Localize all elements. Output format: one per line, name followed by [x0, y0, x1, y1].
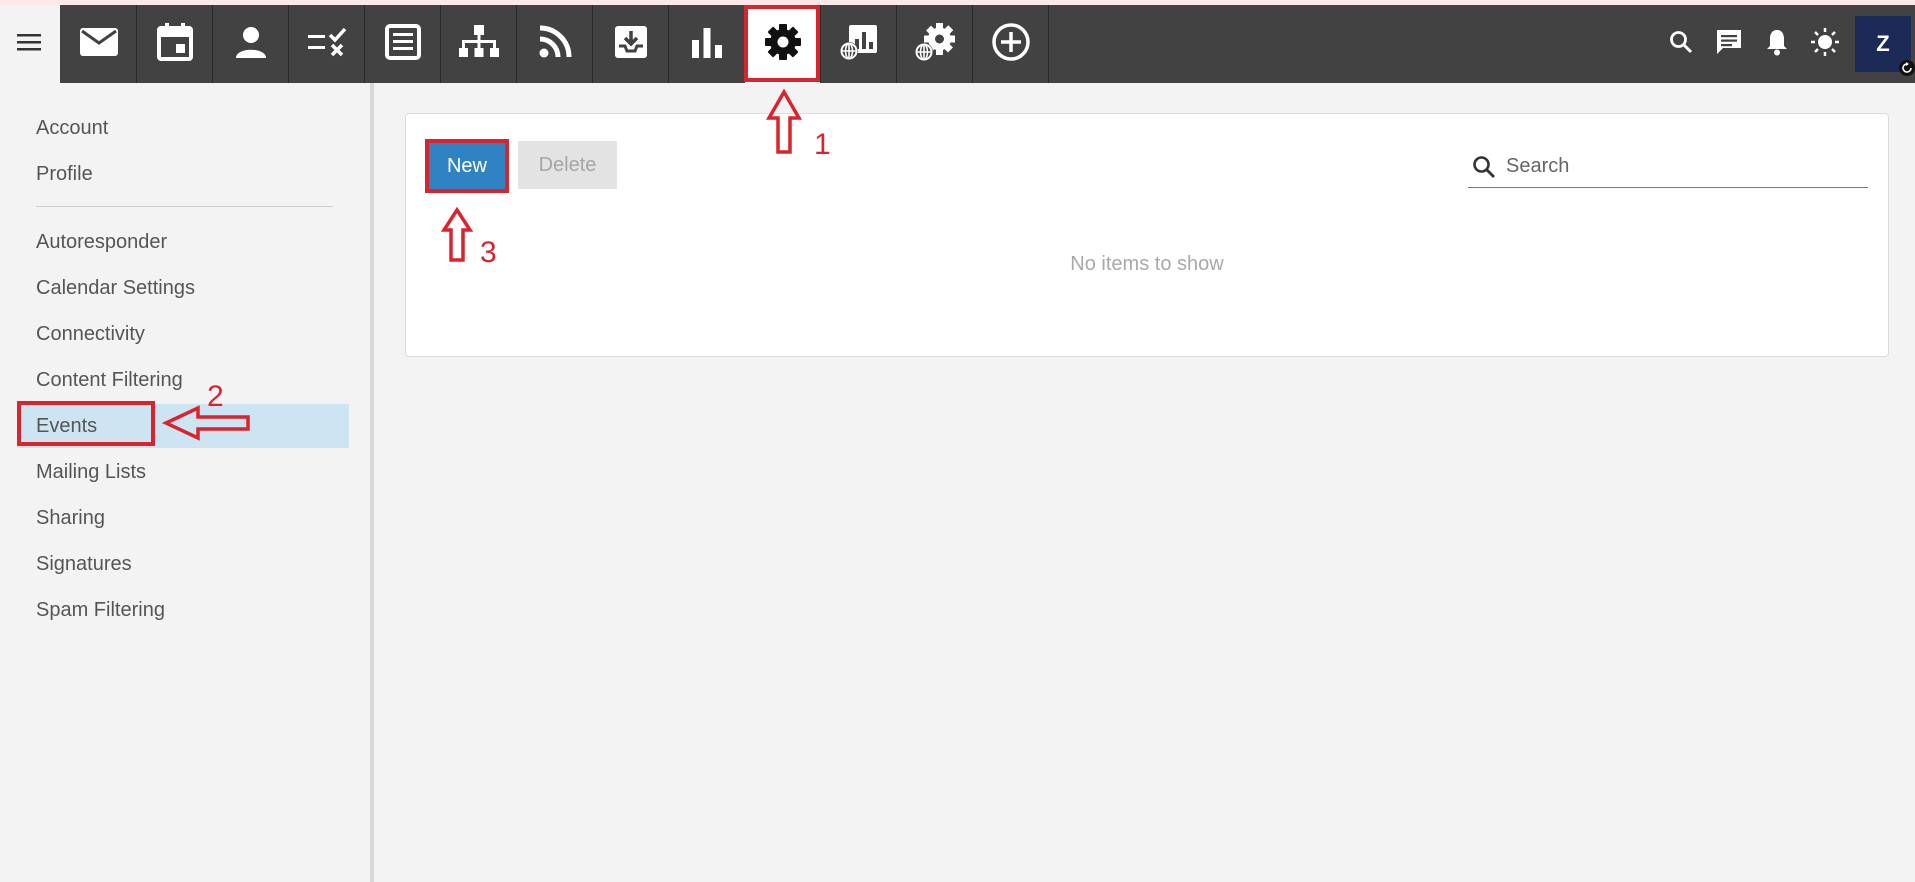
domain-reports-icon — [839, 23, 879, 66]
search-icon — [1669, 30, 1693, 59]
empty-list-message: No items to show — [1070, 253, 1224, 275]
search-field — [1468, 146, 1868, 188]
nav-add-button[interactable] — [973, 5, 1049, 83]
nav-org-chart-button[interactable] — [441, 5, 517, 83]
header-search-button[interactable] — [1657, 5, 1705, 83]
nav-contacts-button[interactable] — [213, 5, 289, 83]
header-notifications-button[interactable] — [1753, 5, 1801, 83]
mail-icon — [79, 26, 119, 63]
avatar-letter: Z — [1876, 31, 1890, 56]
nav-notes-button[interactable] — [365, 5, 441, 83]
annotation-box-settings — [744, 5, 820, 82]
nav-tasks-button[interactable] — [289, 5, 365, 83]
sidebar-item-mailing-lists[interactable]: Mailing Lists — [17, 450, 349, 494]
sidebar-item-sharing[interactable]: Sharing — [17, 496, 349, 540]
bell-icon — [1765, 28, 1789, 61]
search-field-icon — [1472, 155, 1496, 179]
sidebar-item-calendar-settings[interactable]: Calendar Settings — [17, 266, 349, 310]
sidebar-item-connectivity[interactable]: Connectivity — [17, 312, 349, 356]
nav-domain-reports-button[interactable] — [821, 5, 897, 83]
sidebar-item-autoresponder[interactable]: Autoresponder — [17, 220, 349, 264]
nav-mail-button[interactable] — [61, 5, 137, 83]
notes-icon — [384, 23, 421, 65]
sidebar-item-content-filtering[interactable]: Content Filtering — [17, 358, 349, 402]
domain-settings-icon — [914, 22, 956, 67]
nav-inbox-download-button[interactable] — [593, 5, 669, 83]
annotation-box-new — [425, 139, 509, 193]
nav-calendar-button[interactable] — [137, 5, 213, 83]
inbox-download-icon — [613, 24, 649, 65]
annotation-box-events — [17, 401, 155, 446]
annotation-step-3: 3 — [480, 236, 497, 269]
bar-chart-icon — [690, 26, 724, 63]
brightness-icon — [1810, 27, 1840, 62]
sidebar-item-spam-filtering[interactable]: Spam Filtering — [17, 588, 349, 632]
sidebar-splitter[interactable] — [370, 83, 374, 882]
tasks-icon — [307, 26, 347, 63]
nav-reports-button[interactable] — [669, 5, 745, 83]
nav-rss-button[interactable] — [517, 5, 593, 83]
refresh-icon — [1899, 60, 1915, 76]
header-chat-button[interactable] — [1705, 5, 1753, 83]
chat-icon — [1715, 28, 1743, 61]
header-theme-button[interactable] — [1801, 5, 1849, 83]
user-avatar[interactable]: Z — [1855, 16, 1915, 76]
sidebar-item-profile[interactable]: Profile — [17, 152, 349, 196]
annotation-step-1: 1 — [814, 128, 831, 161]
hamburger-menu-icon — [17, 32, 43, 57]
calendar-icon — [156, 22, 193, 66]
app-nav — [61, 5, 1049, 83]
annotation-step-2: 2 — [207, 380, 224, 413]
contacts-icon — [234, 25, 268, 64]
search-input[interactable] — [1506, 155, 1846, 178]
delete-button[interactable]: Delete — [518, 141, 617, 189]
sidebar-divider — [36, 206, 333, 207]
sidebar-item-account[interactable]: Account — [17, 106, 349, 150]
top-navigation-bar: Z — [0, 5, 1915, 83]
rss-icon — [538, 25, 572, 64]
add-circle-icon — [991, 22, 1031, 67]
menu-button[interactable] — [0, 5, 60, 83]
annotation-arrow-up-3 — [440, 206, 474, 262]
header-actions: Z — [1657, 5, 1915, 83]
sidebar-item-signatures[interactable]: Signatures — [17, 542, 349, 586]
annotation-arrow-up-1 — [765, 88, 803, 154]
org-chart-icon — [458, 24, 500, 65]
nav-domain-settings-button[interactable] — [897, 5, 973, 83]
